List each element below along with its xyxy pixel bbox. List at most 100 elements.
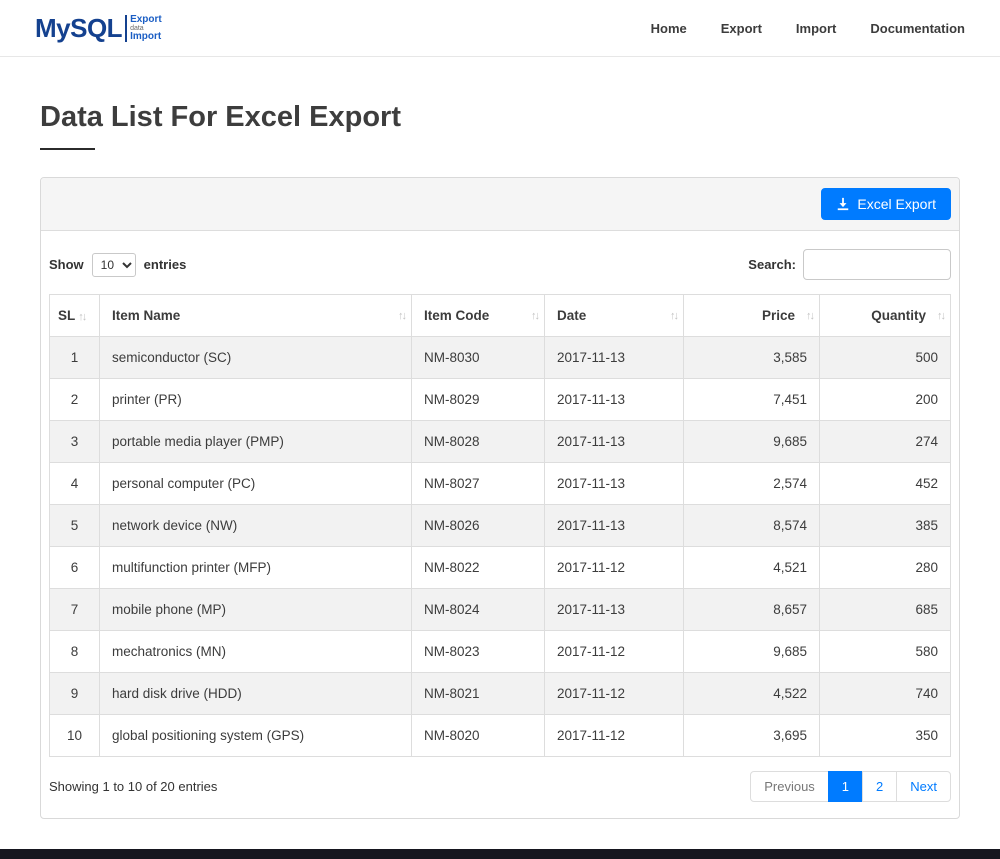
sl-cell: 8 <box>50 631 100 673</box>
main-content: Data List For Excel Export Excel Export … <box>0 57 1000 819</box>
column-header-sl[interactable]: SL↑↓ <box>50 295 100 337</box>
sort-icon: ↑↓ <box>531 310 538 322</box>
pagination-page-1-button[interactable]: 1 <box>828 771 863 802</box>
price-cell: 3,695 <box>684 715 820 757</box>
sl-cell: 10 <box>50 715 100 757</box>
item-code-cell: NM-8029 <box>412 379 545 421</box>
sl-cell: 4 <box>50 463 100 505</box>
item-code-cell: NM-8022 <box>412 547 545 589</box>
pagination: Previous 1 2 Next <box>750 771 951 802</box>
item-name-cell: personal computer (PC) <box>100 463 412 505</box>
panel-heading: Excel Export <box>41 178 959 231</box>
table-row: 3portable media player (PMP)NM-80282017-… <box>50 421 951 463</box>
show-label: Show <box>49 257 84 272</box>
pagination-page-2-button[interactable]: 2 <box>862 771 897 802</box>
column-header-date[interactable]: Date↑↓ <box>545 295 684 337</box>
sl-cell: 6 <box>50 547 100 589</box>
data-panel: Excel Export Show 10 entries Search: <box>40 177 960 819</box>
page-title: Data List For Excel Export <box>40 101 960 134</box>
item-code-cell: NM-8028 <box>412 421 545 463</box>
table-header-row: SL↑↓ Item Name↑↓ Item Code↑↓ Date↑↓ Pric… <box>50 295 951 337</box>
quantity-cell: 452 <box>820 463 951 505</box>
column-header-price[interactable]: Price↑↓ <box>684 295 820 337</box>
quantity-cell: 685 <box>820 589 951 631</box>
sl-cell: 1 <box>50 337 100 379</box>
item-name-cell: mechatronics (MN) <box>100 631 412 673</box>
table-row: 9hard disk drive (HDD)NM-80212017-11-124… <box>50 673 951 715</box>
search-control: Search: <box>748 249 951 280</box>
table-row: 7mobile phone (MP)NM-80242017-11-138,657… <box>50 589 951 631</box>
download-icon <box>836 197 850 211</box>
quantity-cell: 385 <box>820 505 951 547</box>
main-nav: Home Export Import Documentation <box>651 21 965 36</box>
date-cell: 2017-11-13 <box>545 337 684 379</box>
pagination-previous-button[interactable]: Previous <box>750 771 829 802</box>
nav-item-export[interactable]: Export <box>721 21 762 36</box>
price-cell: 8,657 <box>684 589 820 631</box>
sort-icon: ↑↓ <box>806 310 813 322</box>
date-cell: 2017-11-13 <box>545 505 684 547</box>
brand-tag-import: Import <box>130 32 162 42</box>
item-code-cell: NM-8020 <box>412 715 545 757</box>
price-cell: 4,522 <box>684 673 820 715</box>
page-length-select[interactable]: 10 <box>92 253 136 277</box>
table-row: 8mechatronics (MN)NM-80232017-11-129,685… <box>50 631 951 673</box>
brand-title: MySQL <box>35 13 122 44</box>
item-name-cell: portable media player (PMP) <box>100 421 412 463</box>
brand-tagline: Export data Import <box>125 15 162 42</box>
search-input[interactable] <box>803 249 951 280</box>
column-header-item-code[interactable]: Item Code↑↓ <box>412 295 545 337</box>
sort-icon: ↑↓ <box>398 310 405 322</box>
excel-export-button[interactable]: Excel Export <box>821 188 951 220</box>
item-name-cell: network device (NW) <box>100 505 412 547</box>
item-code-cell: NM-8026 <box>412 505 545 547</box>
brand-logo[interactable]: MySQL Export data Import <box>35 13 162 44</box>
price-cell: 8,574 <box>684 505 820 547</box>
price-cell: 9,685 <box>684 421 820 463</box>
datatable-controls: Show 10 entries Search: <box>49 249 951 280</box>
table-row: 2printer (PR)NM-80292017-11-137,451200 <box>50 379 951 421</box>
date-cell: 2017-11-13 <box>545 379 684 421</box>
price-cell: 9,685 <box>684 631 820 673</box>
quantity-cell: 580 <box>820 631 951 673</box>
datatable-footer: Showing 1 to 10 of 20 entries Previous 1… <box>49 771 951 802</box>
nav-item-import[interactable]: Import <box>796 21 836 36</box>
date-cell: 2017-11-12 <box>545 547 684 589</box>
panel-body: Show 10 entries Search: SL↑↓ Item Name↑↓ <box>41 231 959 818</box>
nav-item-home[interactable]: Home <box>651 21 687 36</box>
table-row: 10global positioning system (GPS)NM-8020… <box>50 715 951 757</box>
pagination-next-button[interactable]: Next <box>896 771 951 802</box>
sl-cell: 7 <box>50 589 100 631</box>
table-row: 4personal computer (PC)NM-80272017-11-13… <box>50 463 951 505</box>
date-cell: 2017-11-12 <box>545 631 684 673</box>
item-name-cell: mobile phone (MP) <box>100 589 412 631</box>
title-underline <box>40 148 95 150</box>
sl-cell: 9 <box>50 673 100 715</box>
date-cell: 2017-11-12 <box>545 715 684 757</box>
site-footer <box>0 849 1000 859</box>
item-code-cell: NM-8024 <box>412 589 545 631</box>
navbar: MySQL Export data Import Home Export Imp… <box>0 0 1000 57</box>
item-name-cell: printer (PR) <box>100 379 412 421</box>
nav-item-documentation[interactable]: Documentation <box>870 21 965 36</box>
sort-icon: ↑↓ <box>937 310 944 322</box>
item-code-cell: NM-8021 <box>412 673 545 715</box>
table-body: 1semiconductor (SC)NM-80302017-11-133,58… <box>50 337 951 757</box>
item-name-cell: multifunction printer (MFP) <box>100 547 412 589</box>
table-header: SL↑↓ Item Name↑↓ Item Code↑↓ Date↑↓ Pric… <box>50 295 951 337</box>
date-cell: 2017-11-13 <box>545 589 684 631</box>
search-label: Search: <box>748 257 796 272</box>
date-cell: 2017-11-13 <box>545 463 684 505</box>
sl-cell: 3 <box>50 421 100 463</box>
sort-icon: ↑↓ <box>670 310 677 322</box>
quantity-cell: 280 <box>820 547 951 589</box>
column-header-quantity[interactable]: Quantity↑↓ <box>820 295 951 337</box>
item-code-cell: NM-8023 <box>412 631 545 673</box>
table-row: 1semiconductor (SC)NM-80302017-11-133,58… <box>50 337 951 379</box>
price-cell: 3,585 <box>684 337 820 379</box>
column-header-item-name[interactable]: Item Name↑↓ <box>100 295 412 337</box>
excel-export-label: Excel Export <box>857 196 936 212</box>
item-code-cell: NM-8030 <box>412 337 545 379</box>
price-cell: 4,521 <box>684 547 820 589</box>
item-name-cell: semiconductor (SC) <box>100 337 412 379</box>
